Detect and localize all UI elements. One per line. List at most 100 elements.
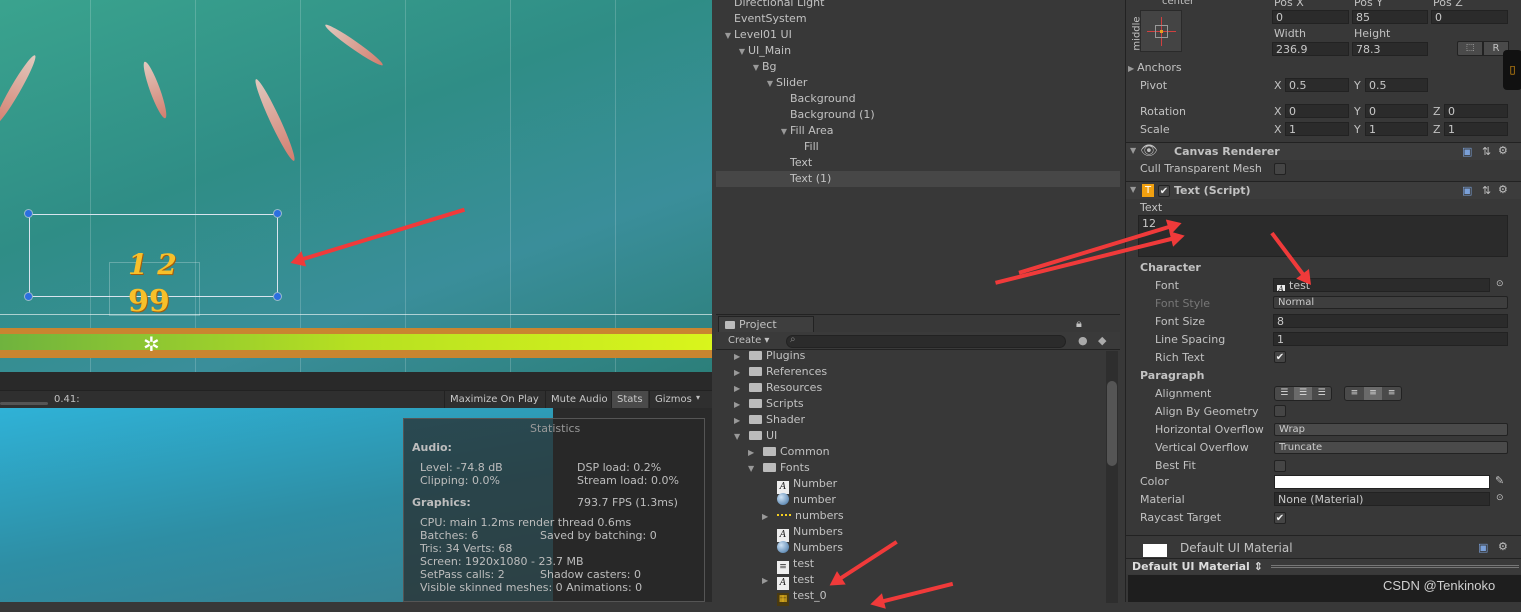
project-item[interactable]: ▶ Resources <box>734 380 822 396</box>
project-item[interactable]: ▶ Common <box>748 444 830 460</box>
text-script-header[interactable]: ▼ T ✔ Text (Script) ▣ ⇅ ⚙ <box>1126 181 1521 199</box>
label-tag-icon[interactable]: ◆ <box>1098 334 1106 347</box>
expand-arrow-icon[interactable]: ▼ <box>739 47 745 56</box>
scrollbar[interactable] <box>1106 351 1118 603</box>
hierarchy-item[interactable]: Text <box>716 155 1120 171</box>
project-item[interactable]: Numbers <box>762 540 843 556</box>
hierarchy-item[interactable]: Background (1) <box>716 107 1120 123</box>
rotation-z-field[interactable]: 0 <box>1444 104 1508 118</box>
resize-handle[interactable] <box>273 292 282 301</box>
presets-icon[interactable]: ⇅ <box>1482 145 1491 158</box>
project-item[interactable]: ▶ Plugins <box>734 348 805 364</box>
move-gizmo-icon[interactable]: ✲ <box>143 332 160 356</box>
anchor-presets-button[interactable] <box>1140 10 1182 52</box>
raycast-target-checkbox[interactable]: ✔ <box>1274 512 1286 524</box>
pos-x-field[interactable]: 0 <box>1272 10 1349 24</box>
object-picker-icon[interactable]: ⊙ <box>1496 279 1504 289</box>
material-field[interactable]: None (Material) <box>1274 492 1490 506</box>
pivot-y-field[interactable]: 0.5 <box>1365 78 1428 92</box>
gizmos-button[interactable]: Gizmos <box>649 391 697 408</box>
vertical-alignment-group[interactable]: ≡ ≡ ≡ <box>1344 386 1402 401</box>
help-icon[interactable]: ▣ <box>1462 145 1472 158</box>
hierarchy-item[interactable]: ▼ Bg <box>716 59 1120 75</box>
anchors-foldout[interactable]: ▶ Anchors <box>1128 61 1182 74</box>
hierarchy-item[interactable]: ▼ Slider <box>716 75 1120 91</box>
rotation-y-field[interactable]: 0 <box>1365 104 1428 118</box>
project-search-input[interactable] <box>786 335 1066 348</box>
filter-by-type-icon[interactable]: ● <box>1078 334 1088 347</box>
best-fit-checkbox[interactable] <box>1274 460 1286 472</box>
project-item[interactable]: ≡ test <box>762 556 814 574</box>
mute-audio-button[interactable]: Mute Audio <box>545 391 613 408</box>
tab-project[interactable]: Project <box>718 316 814 332</box>
align-bottom-icon[interactable]: ≡ <box>1382 387 1401 400</box>
maximize-on-play-button[interactable]: Maximize On Play <box>444 391 544 408</box>
line-spacing-field[interactable]: 1 <box>1273 332 1508 346</box>
expand-arrow-icon[interactable]: ▼ <box>753 63 759 72</box>
align-middle-icon[interactable]: ≡ <box>1363 387 1383 400</box>
color-swatch[interactable] <box>1274 475 1490 489</box>
project-item[interactable]: number <box>762 492 836 508</box>
resize-handle[interactable] <box>24 209 33 218</box>
gear-icon[interactable]: ⚙ <box>1498 144 1508 157</box>
horizontal-alignment-group[interactable]: ☰ ☰ ☰ <box>1274 386 1332 401</box>
hierarchy-item[interactable]: Fill <box>716 139 1120 155</box>
project-item[interactable]: ▶ Shader <box>734 412 805 428</box>
gizmos-dropdown-icon[interactable]: ▾ <box>696 393 700 402</box>
expand-arrow-icon[interactable]: ▼ <box>725 31 731 40</box>
gear-icon[interactable]: ⚙ <box>1498 183 1508 196</box>
scene-view[interactable]: 1 2 99 ✲ <box>0 0 712 372</box>
create-button[interactable]: Create ▾ <box>728 335 769 346</box>
scale-x-field[interactable]: 1 <box>1285 122 1349 136</box>
hierarchy-item[interactable]: EventSystem <box>716 11 1120 27</box>
scale-slider[interactable] <box>0 402 48 405</box>
pos-y-field[interactable]: 85 <box>1352 10 1428 24</box>
resize-handle[interactable] <box>273 209 282 218</box>
horizontal-overflow-dropdown[interactable]: Wrap <box>1274 423 1508 436</box>
height-field[interactable]: 78.3 <box>1352 42 1428 56</box>
lock-icon[interactable]: 🔒︎ <box>1076 317 1082 331</box>
text-value-textarea[interactable]: 12 <box>1138 215 1508 257</box>
rich-text-checkbox[interactable]: ✔ <box>1274 351 1286 363</box>
project-item[interactable]: ▼ Fonts <box>748 460 810 476</box>
expand-arrow-icon[interactable]: ▼ <box>781 127 787 136</box>
help-icon[interactable]: ▣ <box>1462 184 1472 197</box>
align-top-icon[interactable]: ≡ <box>1345 387 1364 400</box>
presets-icon[interactable]: ⇅ <box>1482 184 1491 197</box>
hierarchy-item[interactable]: Text (1) <box>716 171 1120 187</box>
canvas-renderer-header[interactable]: ▼ 👁︎ Canvas Renderer ▣ ⇅ ⚙ <box>1126 142 1521 160</box>
align-center-icon[interactable]: ☰ <box>1293 387 1313 400</box>
gear-icon[interactable]: ⚙ <box>1498 540 1508 553</box>
project-item[interactable]: A Number <box>762 476 837 494</box>
hierarchy-item[interactable]: ▼ UI_Main <box>716 43 1120 59</box>
project-item[interactable]: ▶ numbers <box>762 508 844 524</box>
hierarchy-item[interactable]: Background <box>716 91 1120 107</box>
rotation-x-field[interactable]: 0 <box>1285 104 1349 118</box>
blueprint-mode-button[interactable]: ⬚ <box>1457 41 1483 56</box>
resize-handle[interactable] <box>24 292 33 301</box>
hierarchy-item[interactable]: ▼ Fill Area <box>716 123 1120 139</box>
stats-button[interactable]: Stats <box>611 391 648 408</box>
vertical-overflow-dropdown[interactable]: Truncate <box>1274 441 1508 454</box>
preview-drag-handle[interactable] <box>1271 565 1519 568</box>
scale-y-field[interactable]: 1 <box>1365 122 1428 136</box>
pos-z-field[interactable]: 0 <box>1431 10 1508 24</box>
scale-z-field[interactable]: 1 <box>1444 122 1508 136</box>
font-size-field[interactable]: 8 <box>1273 314 1508 328</box>
eyedropper-icon[interactable]: ✎ <box>1495 474 1504 487</box>
project-item[interactable]: ▼ UI <box>734 428 777 444</box>
project-item[interactable]: ▶ References <box>734 364 827 380</box>
project-item[interactable]: ▶ Scripts <box>734 396 804 412</box>
align-left-icon[interactable]: ☰ <box>1275 387 1294 400</box>
expand-arrow-icon[interactable]: ▼ <box>767 79 773 88</box>
preview-dropdown[interactable]: Default UI Material ⇕ <box>1132 560 1263 573</box>
project-item[interactable]: ▶ Atest <box>762 572 814 590</box>
hierarchy-item[interactable]: ▼ Level01 UI <box>716 27 1120 43</box>
component-enabled-checkbox[interactable]: ✔ <box>1158 185 1170 197</box>
pivot-x-field[interactable]: 0.5 <box>1285 78 1349 92</box>
align-by-geometry-checkbox[interactable] <box>1274 405 1286 417</box>
slider[interactable] <box>0 328 712 358</box>
align-right-icon[interactable]: ☰ <box>1312 387 1331 400</box>
object-picker-icon[interactable]: ⊙ <box>1496 493 1504 503</box>
default-ui-material-header[interactable]: Default UI Material ▣ ⚙ <box>1126 535 1521 559</box>
